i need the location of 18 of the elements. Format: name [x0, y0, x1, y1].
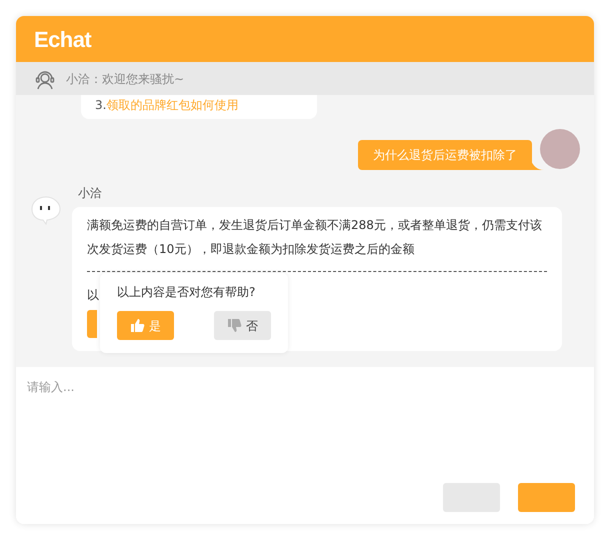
yes-button[interactable]: 是 — [117, 311, 174, 340]
feedback-question: 以上内容是否对您有帮助? — [117, 284, 256, 301]
follow-up-text: 以 — [87, 288, 99, 302]
chat-bubble-icon — [30, 195, 62, 225]
no-button[interactable]: 否 — [214, 311, 271, 340]
list-number: 3. — [95, 98, 106, 112]
send-button[interactable] — [518, 483, 575, 512]
user-message: 为什么退货后运费被扣除了 — [358, 140, 532, 170]
question-link[interactable]: 领取的品牌红包如何使用 — [106, 98, 238, 112]
sender-name: 小洽 — [78, 185, 103, 202]
user-avatar — [540, 129, 580, 169]
logo: Echat — [34, 26, 92, 54]
action-button[interactable] — [87, 310, 97, 338]
welcome-text: 小洽：欢迎您来骚扰~ — [66, 70, 184, 88]
answer-text: 满额免运费的自营订单，发生退货后订单金额不满288元，或者整单退货，仍需支付该次发货运费（10元），即退款金额为扣除发货运费之后的金额 — [87, 217, 543, 258]
message-input[interactable]: 请输入... — [16, 367, 594, 407]
thumbs-up-icon — [130, 318, 145, 333]
thumbs-down-icon — [227, 318, 242, 333]
